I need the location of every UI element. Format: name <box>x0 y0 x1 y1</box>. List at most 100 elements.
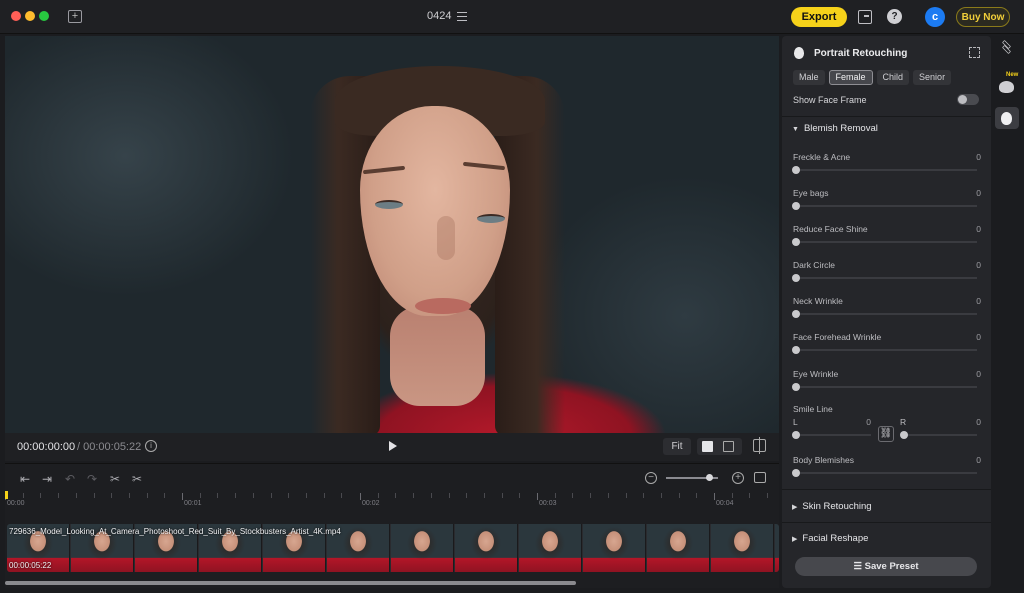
slider-thumb[interactable] <box>792 202 800 210</box>
skin-retouching-header[interactable]: ▶ Skin Retouching <box>792 501 872 512</box>
ruler-label: 00:02 <box>362 500 380 507</box>
ruler-tick <box>537 493 538 500</box>
slider-track[interactable] <box>796 241 977 243</box>
avatar[interactable]: c <box>925 7 945 27</box>
single-view-icon[interactable] <box>702 441 713 452</box>
export-frame-icon[interactable] <box>858 10 872 24</box>
tab-child[interactable]: Child <box>876 70 910 85</box>
body-blemishes-value: 0 <box>976 455 981 465</box>
tab-male[interactable]: Male <box>793 70 825 85</box>
blemish-removal-title: Blemish Removal <box>803 123 878 134</box>
close-window-button[interactable] <box>11 11 21 21</box>
slider-thumb[interactable] <box>792 274 800 282</box>
compare-icon[interactable] <box>753 437 766 454</box>
ruler-tick <box>75 493 77 498</box>
smile-line-right-thumb[interactable] <box>900 431 908 439</box>
ruler-tick <box>360 493 361 500</box>
ruler-tick <box>731 493 733 498</box>
palette-icon[interactable] <box>999 81 1014 93</box>
body-blemishes-slider[interactable] <box>796 472 977 474</box>
slider-thumb[interactable] <box>792 310 800 318</box>
save-preset-button[interactable]: ☰ Save Preset <box>795 557 977 576</box>
face-detect-icon[interactable] <box>969 47 980 58</box>
project-title-group[interactable]: 0424 <box>427 10 468 22</box>
clip-thumbnail <box>455 524 518 572</box>
play-icon[interactable] <box>389 441 397 451</box>
slider-thumb[interactable] <box>792 166 800 174</box>
layers-icon[interactable] <box>1000 40 1013 54</box>
smile-line-right-label: R <box>900 417 907 427</box>
playhead[interactable] <box>5 491 8 499</box>
blemish-removal-header[interactable]: ▼ Blemish Removal <box>792 123 878 134</box>
jump-start-icon[interactable]: ⇤ <box>18 472 32 486</box>
trim-scissors-icon[interactable]: ✂ <box>130 472 144 486</box>
show-face-frame-label: Show Face Frame <box>793 95 867 105</box>
video-preview[interactable] <box>5 36 779 433</box>
minimize-window-button[interactable] <box>25 11 35 21</box>
clip-thumbnail <box>583 524 646 572</box>
help-icon[interactable]: ? <box>887 9 902 24</box>
ruler-tick <box>572 493 574 498</box>
fit-button[interactable]: Fit <box>663 438 691 455</box>
ruler-tick <box>377 493 379 498</box>
smile-line-left-thumb[interactable] <box>792 431 800 439</box>
slider-track[interactable] <box>796 386 977 388</box>
slider-value: 0 <box>976 152 981 162</box>
caret-right-icon: ▶ <box>792 536 798 543</box>
ruler-tick <box>483 493 485 498</box>
slider-track[interactable] <box>796 205 977 207</box>
time-ruler[interactable]: 00:00 00:01 00:02 00:03 00:04 <box>5 491 779 509</box>
export-button[interactable]: Export <box>791 7 847 27</box>
show-face-frame-toggle[interactable] <box>957 94 979 105</box>
timeline-settings-icon[interactable] <box>754 472 766 483</box>
smile-line-right-slider[interactable] <box>904 434 977 436</box>
timeline-zoom-thumb[interactable] <box>706 474 713 481</box>
divider <box>782 489 991 490</box>
slider-value: 0 <box>976 188 981 198</box>
ruler-label: 00:00 <box>7 500 25 507</box>
zoom-out-icon[interactable]: − <box>645 472 657 484</box>
tab-senior[interactable]: Senior <box>913 70 952 85</box>
link-icon[interactable]: ⛓ <box>878 426 894 442</box>
divider <box>782 522 991 523</box>
zoom-in-icon[interactable]: + <box>732 472 744 484</box>
smile-line-left-slider[interactable] <box>796 434 871 436</box>
tab-female[interactable]: Female <box>828 70 873 85</box>
list-icon[interactable] <box>457 11 468 21</box>
split-view-icon[interactable] <box>723 441 734 452</box>
redo-icon[interactable]: ↷ <box>85 472 99 486</box>
portrait-neck <box>390 306 485 406</box>
zoom-window-button[interactable] <box>39 11 49 21</box>
face-icon <box>794 47 804 59</box>
ruler-tick <box>164 493 166 498</box>
facial-reshape-header[interactable]: ▶ Facial Reshape <box>792 533 868 544</box>
gender-tabs: Male Female Child Senior <box>793 70 952 85</box>
slider-track[interactable] <box>796 277 977 279</box>
slider-value: 0 <box>976 296 981 306</box>
slider-value: 0 <box>976 224 981 234</box>
slider-track[interactable] <box>796 349 977 351</box>
buy-now-button[interactable]: Buy Now <box>956 7 1010 27</box>
ruler-tick <box>199 493 201 498</box>
slider-thumb[interactable] <box>792 346 800 354</box>
slider-track[interactable] <box>796 313 977 315</box>
tool-rail: New <box>993 36 1021 588</box>
slider-thumb[interactable] <box>792 238 800 246</box>
undo-icon[interactable]: ↶ <box>63 472 77 486</box>
body-blemishes-thumb[interactable] <box>792 469 800 477</box>
portrait-lips <box>415 298 471 314</box>
split-scissors-icon[interactable]: ✂ <box>108 472 122 486</box>
ruler-tick <box>714 493 715 500</box>
slider-thumb[interactable] <box>792 383 800 391</box>
ruler-tick <box>128 493 130 498</box>
new-project-icon[interactable]: + <box>68 10 82 23</box>
smile-line-left-value: 0 <box>866 417 871 427</box>
timeline: ⇤ ⇥ ↶ ↷ ✂ ✂ − + 00:00 00:01 00:02 00:03 00:0… <box>5 463 779 588</box>
slider-track[interactable] <box>796 169 977 171</box>
info-icon[interactable]: i <box>145 440 157 452</box>
clip-thumbnail <box>711 524 774 572</box>
ruler-tick <box>395 493 397 498</box>
timeline-scrollbar[interactable] <box>5 581 576 585</box>
jump-end-icon[interactable]: ⇥ <box>40 472 54 486</box>
clip-name: 729636_Model_Looking_At_Camera_Photoshoo… <box>9 527 341 536</box>
